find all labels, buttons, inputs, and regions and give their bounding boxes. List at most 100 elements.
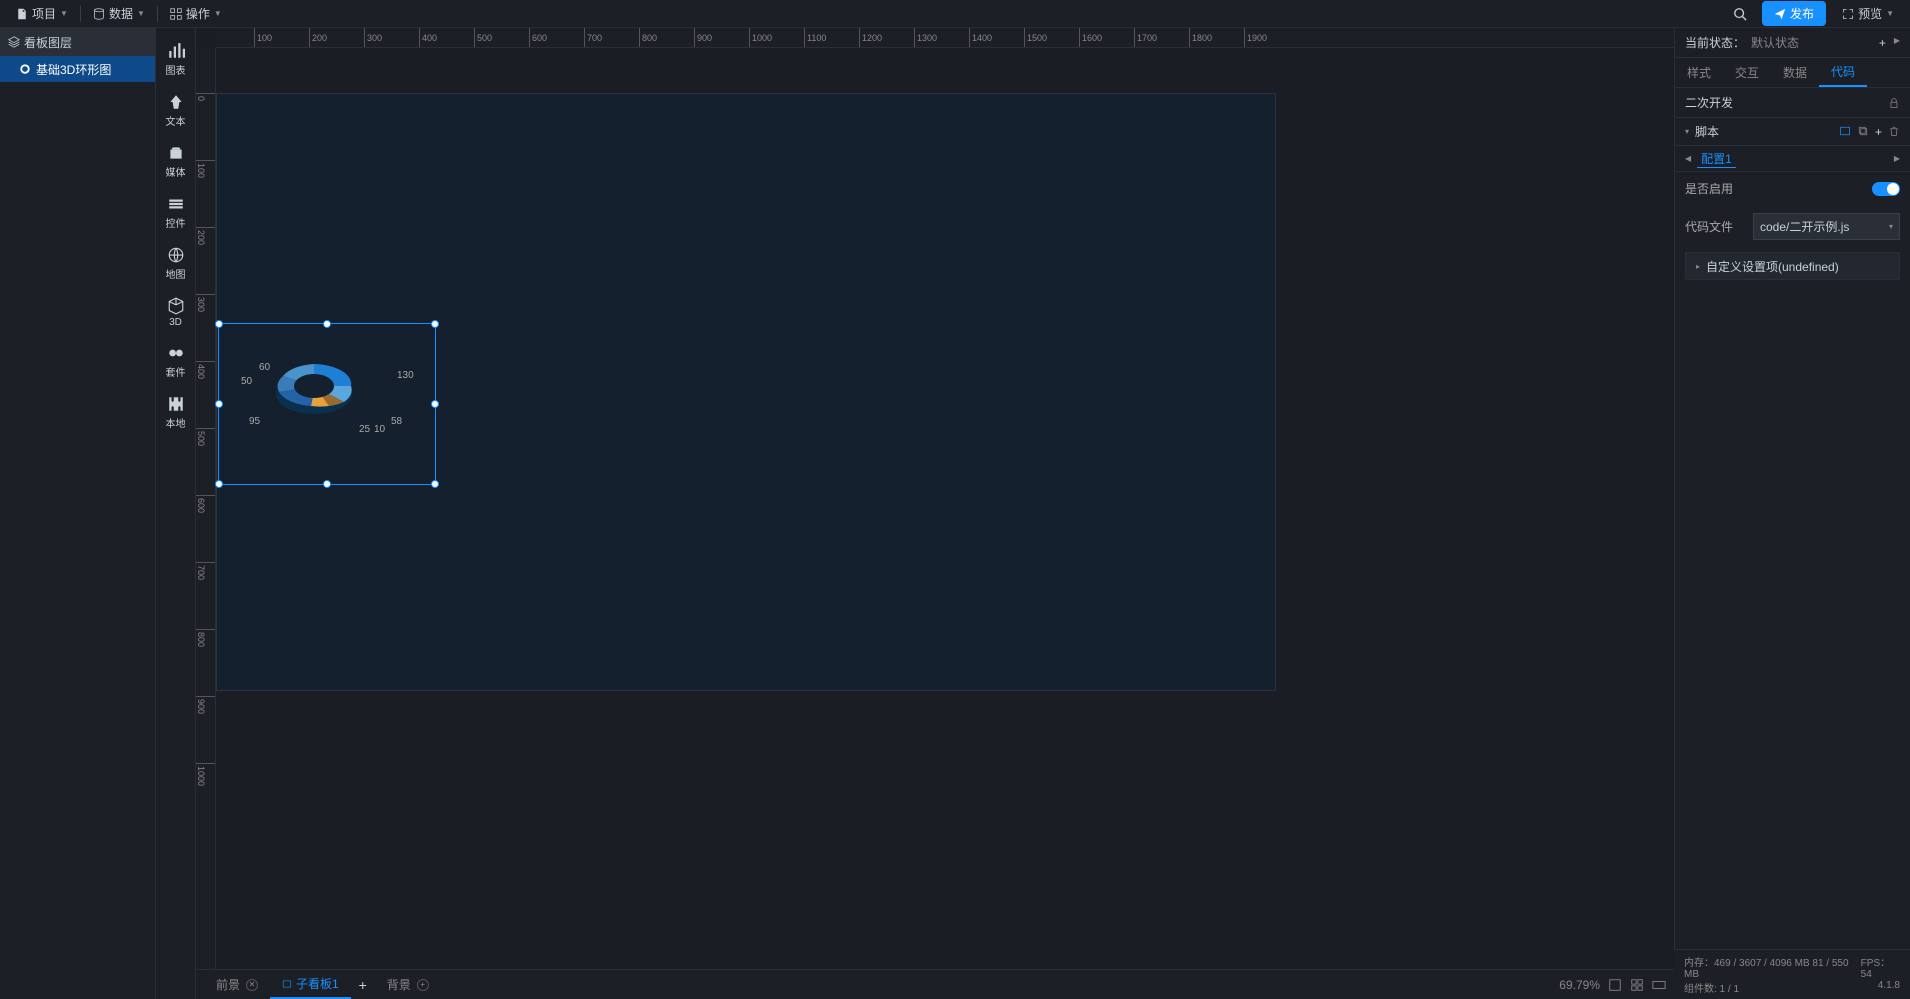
donut-label-60: 60: [259, 362, 270, 373]
property-tabs: 样式 交互 数据 代码: [1675, 58, 1910, 88]
comp-chart[interactable]: 图表: [158, 36, 194, 83]
top-menu-bar: 项目 ▼ 数据 ▼ 操作 ▼ 发布 预览 ▼: [0, 0, 1910, 28]
component-count: 组件数: 1 / 1: [1684, 980, 1739, 995]
donut-label-95: 95: [249, 416, 260, 427]
comp-3d-label: 3D: [169, 317, 182, 328]
comp-suite-label: 套件: [166, 364, 186, 379]
menu-action[interactable]: 操作 ▼: [162, 0, 230, 27]
comp-3d[interactable]: 3D: [158, 291, 194, 334]
tab-data[interactable]: 数据: [1771, 58, 1819, 87]
grid-icon: [170, 8, 182, 20]
script-header[interactable]: ▾ 脚本 +: [1675, 118, 1910, 146]
resize-handle-ml[interactable]: [215, 400, 223, 408]
donut-label-25: 25: [359, 424, 370, 435]
enable-toggle[interactable]: [1872, 182, 1900, 196]
donut-label-50: 50: [241, 376, 252, 387]
bottom-tab-bar: 前景 ✕ 子看板1 + 背景 + 69.79%: [196, 969, 1674, 999]
resize-handle-tl[interactable]: [215, 320, 223, 328]
tab-style[interactable]: 样式: [1675, 58, 1723, 87]
dev-title: 二次开发: [1685, 94, 1733, 111]
comp-text[interactable]: 文本: [158, 87, 194, 134]
control-icon: [167, 195, 185, 213]
search-button[interactable]: [1726, 0, 1754, 28]
suite-icon: [167, 344, 185, 362]
comp-map-label: 地图: [166, 266, 186, 281]
resize-handle-tm[interactable]: [323, 320, 331, 328]
cube-icon: [167, 297, 185, 315]
text-icon: [167, 93, 185, 111]
tab-foreground-label: 前景: [216, 976, 240, 993]
menu-action-label: 操作: [186, 5, 210, 22]
chevron-down-icon: ▼: [137, 9, 145, 18]
enable-row: 是否启用: [1675, 172, 1910, 205]
chevron-down-icon: ▼: [1886, 9, 1894, 18]
donut-label-58: 58: [391, 416, 402, 427]
comp-control[interactable]: 控件: [158, 189, 194, 236]
chevron-right-icon: ▸: [1696, 262, 1700, 271]
tab-add-button[interactable]: +: [351, 977, 375, 993]
ruler-horizontal: 1002003004005006007008009001000110012001…: [216, 28, 1674, 48]
edge-icon[interactable]: [1652, 978, 1666, 992]
lock-icon[interactable]: [1888, 97, 1900, 109]
zoom-value: 69.79%: [1559, 978, 1600, 992]
comp-map[interactable]: 地图: [158, 240, 194, 287]
chevron-down-icon: ▾: [1685, 127, 1689, 136]
resize-handle-bm[interactable]: [323, 480, 331, 488]
script-config-tab[interactable]: 配置1: [1697, 150, 1736, 168]
copy-icon[interactable]: [1857, 125, 1869, 137]
tab-style-label: 样式: [1687, 64, 1711, 81]
resize-handle-tr[interactable]: [431, 320, 439, 328]
tab-background[interactable]: 背景 +: [375, 970, 441, 999]
publish-button[interactable]: 发布: [1762, 1, 1826, 26]
canvas-body: 01002003004005006007008009001000: [196, 48, 1674, 969]
tab-data-label: 数据: [1783, 64, 1807, 81]
donut-chart: [269, 354, 359, 424]
list-icon[interactable]: [1839, 125, 1851, 137]
status-row: 当前状态： 默认状态 + ▶: [1675, 28, 1910, 58]
add-script-icon[interactable]: +: [1875, 125, 1882, 139]
database-icon: [93, 8, 105, 20]
add-status-icon[interactable]: +: [1879, 36, 1886, 50]
codefile-value: code/二开示例.js: [1760, 218, 1849, 235]
script-section: ▾ 脚本 + ◀ 配置1 ▶ 是否启用 代码文件: [1675, 118, 1910, 284]
chevron-right-icon[interactable]: ▶: [1894, 36, 1900, 50]
resize-handle-mr[interactable]: [431, 400, 439, 408]
tab-code[interactable]: 代码: [1819, 58, 1867, 87]
status-bar: 内存：469 / 3607 / 4096 MB 81 / 550 MB FPS：…: [1674, 949, 1910, 999]
preview-button[interactable]: 预览 ▼: [1834, 1, 1902, 26]
donut-3d-component[interactable]: 60 50 95 25 10 58 130: [218, 323, 436, 485]
preview-label: 预览: [1858, 5, 1882, 22]
menu-project[interactable]: 项目 ▼: [8, 0, 76, 27]
tab-foreground[interactable]: 前景 ✕: [204, 970, 270, 999]
canvas[interactable]: 60 50 95 25 10 58 130: [216, 48, 1674, 969]
canvas-area: 1002003004005006007008009001000110012001…: [196, 28, 1674, 999]
search-icon: [1733, 7, 1747, 21]
resize-handle-br[interactable]: [431, 480, 439, 488]
comp-chart-label: 图表: [166, 62, 186, 77]
comp-suite[interactable]: 套件: [158, 338, 194, 385]
publish-label: 发布: [1790, 5, 1814, 22]
grid-view-icon[interactable]: [1630, 978, 1644, 992]
resize-handle-bl[interactable]: [215, 480, 223, 488]
fit-icon[interactable]: [1608, 978, 1622, 992]
main-layout: 看板图层 基础3D环形图 图表 文本 媒体 控件 地图 3: [0, 28, 1910, 999]
comp-media[interactable]: 媒体: [158, 138, 194, 185]
menu-project-label: 项目: [32, 5, 56, 22]
layer-item-donut3d[interactable]: 基础3D环形图: [0, 56, 155, 82]
script-title: 脚本: [1695, 123, 1719, 140]
delete-icon[interactable]: [1888, 125, 1900, 137]
menu-data-label: 数据: [109, 5, 133, 22]
chevron-left-icon[interactable]: ◀: [1685, 154, 1691, 163]
comp-local[interactable]: 本地: [158, 389, 194, 436]
top-right-controls: 发布 预览 ▼: [1726, 0, 1902, 28]
memory-info: 内存：469 / 3607 / 4096 MB 81 / 550 MB: [1684, 954, 1861, 980]
chevron-down-icon: ▼: [214, 9, 222, 18]
script-tab-row: ◀ 配置1 ▶: [1675, 146, 1910, 172]
menu-data[interactable]: 数据 ▼: [85, 0, 153, 27]
tab-badge-icon: ✕: [246, 979, 258, 991]
tab-subboard[interactable]: 子看板1: [270, 970, 351, 999]
chevron-right-icon[interactable]: ▶: [1894, 154, 1900, 163]
custom-settings-row[interactable]: ▸ 自定义设置项(undefined): [1685, 252, 1900, 280]
tab-interact[interactable]: 交互: [1723, 58, 1771, 87]
codefile-select[interactable]: code/二开示例.js ▾: [1753, 213, 1900, 240]
